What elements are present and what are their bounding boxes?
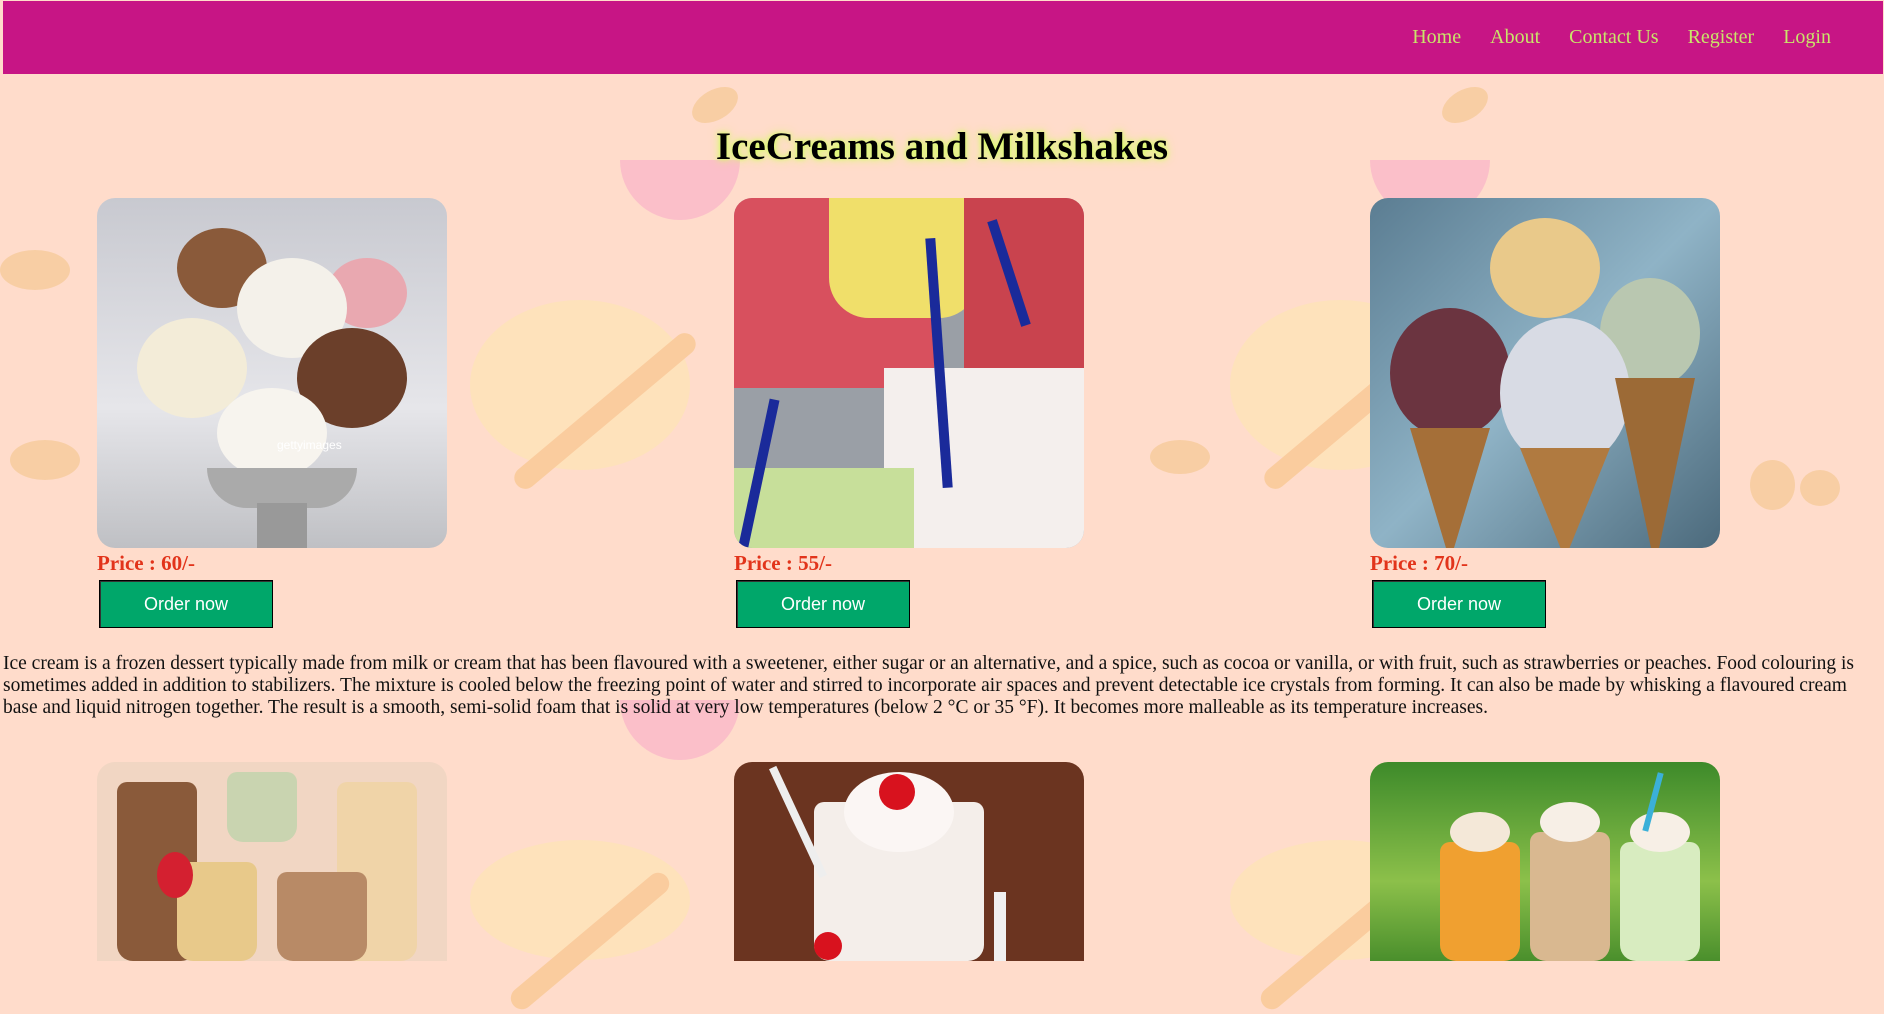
description-paragraph: Ice cream is a frozen dessert typically … xyxy=(3,653,1855,718)
order-now-button[interactable]: Order now xyxy=(1372,580,1546,628)
page-title: IceCreams and Milkshakes xyxy=(715,125,1169,168)
product-image-milkshake-cherry xyxy=(734,762,1084,961)
product-image-milkshake-glasses xyxy=(97,762,447,961)
watermark-text: gettyimages xyxy=(277,438,342,452)
product-image-milkshake-trio xyxy=(1370,762,1720,961)
product-price: Price : 70/- xyxy=(1370,551,1468,575)
product-price: Price : 60/- xyxy=(97,551,195,575)
order-now-button[interactable]: Order now xyxy=(736,580,910,628)
product-card: Price : 55/- Order now xyxy=(734,198,1085,628)
product-card: gettyimages Price : 60/- Order now xyxy=(97,198,448,628)
product-image-icecream-bowl: gettyimages xyxy=(97,198,447,548)
navbar: Home About Contact Us Register Login xyxy=(3,1,1883,74)
nav-register-link[interactable]: Register xyxy=(1688,26,1755,49)
product-image-gelato-trays xyxy=(734,198,1084,548)
nav-about-link[interactable]: About xyxy=(1490,26,1540,49)
nav-home-link[interactable]: Home xyxy=(1412,26,1461,49)
product-card: Price : 70/- Order now xyxy=(1370,198,1721,628)
order-now-button[interactable]: Order now xyxy=(99,580,273,628)
nav-contact-link[interactable]: Contact Us xyxy=(1569,26,1658,49)
nav-links: Home About Contact Us Register Login xyxy=(1383,26,1831,49)
product-image-icecream-cones xyxy=(1370,198,1720,548)
product-price: Price : 55/- xyxy=(734,551,832,575)
nav-login-link[interactable]: Login xyxy=(1783,26,1831,49)
